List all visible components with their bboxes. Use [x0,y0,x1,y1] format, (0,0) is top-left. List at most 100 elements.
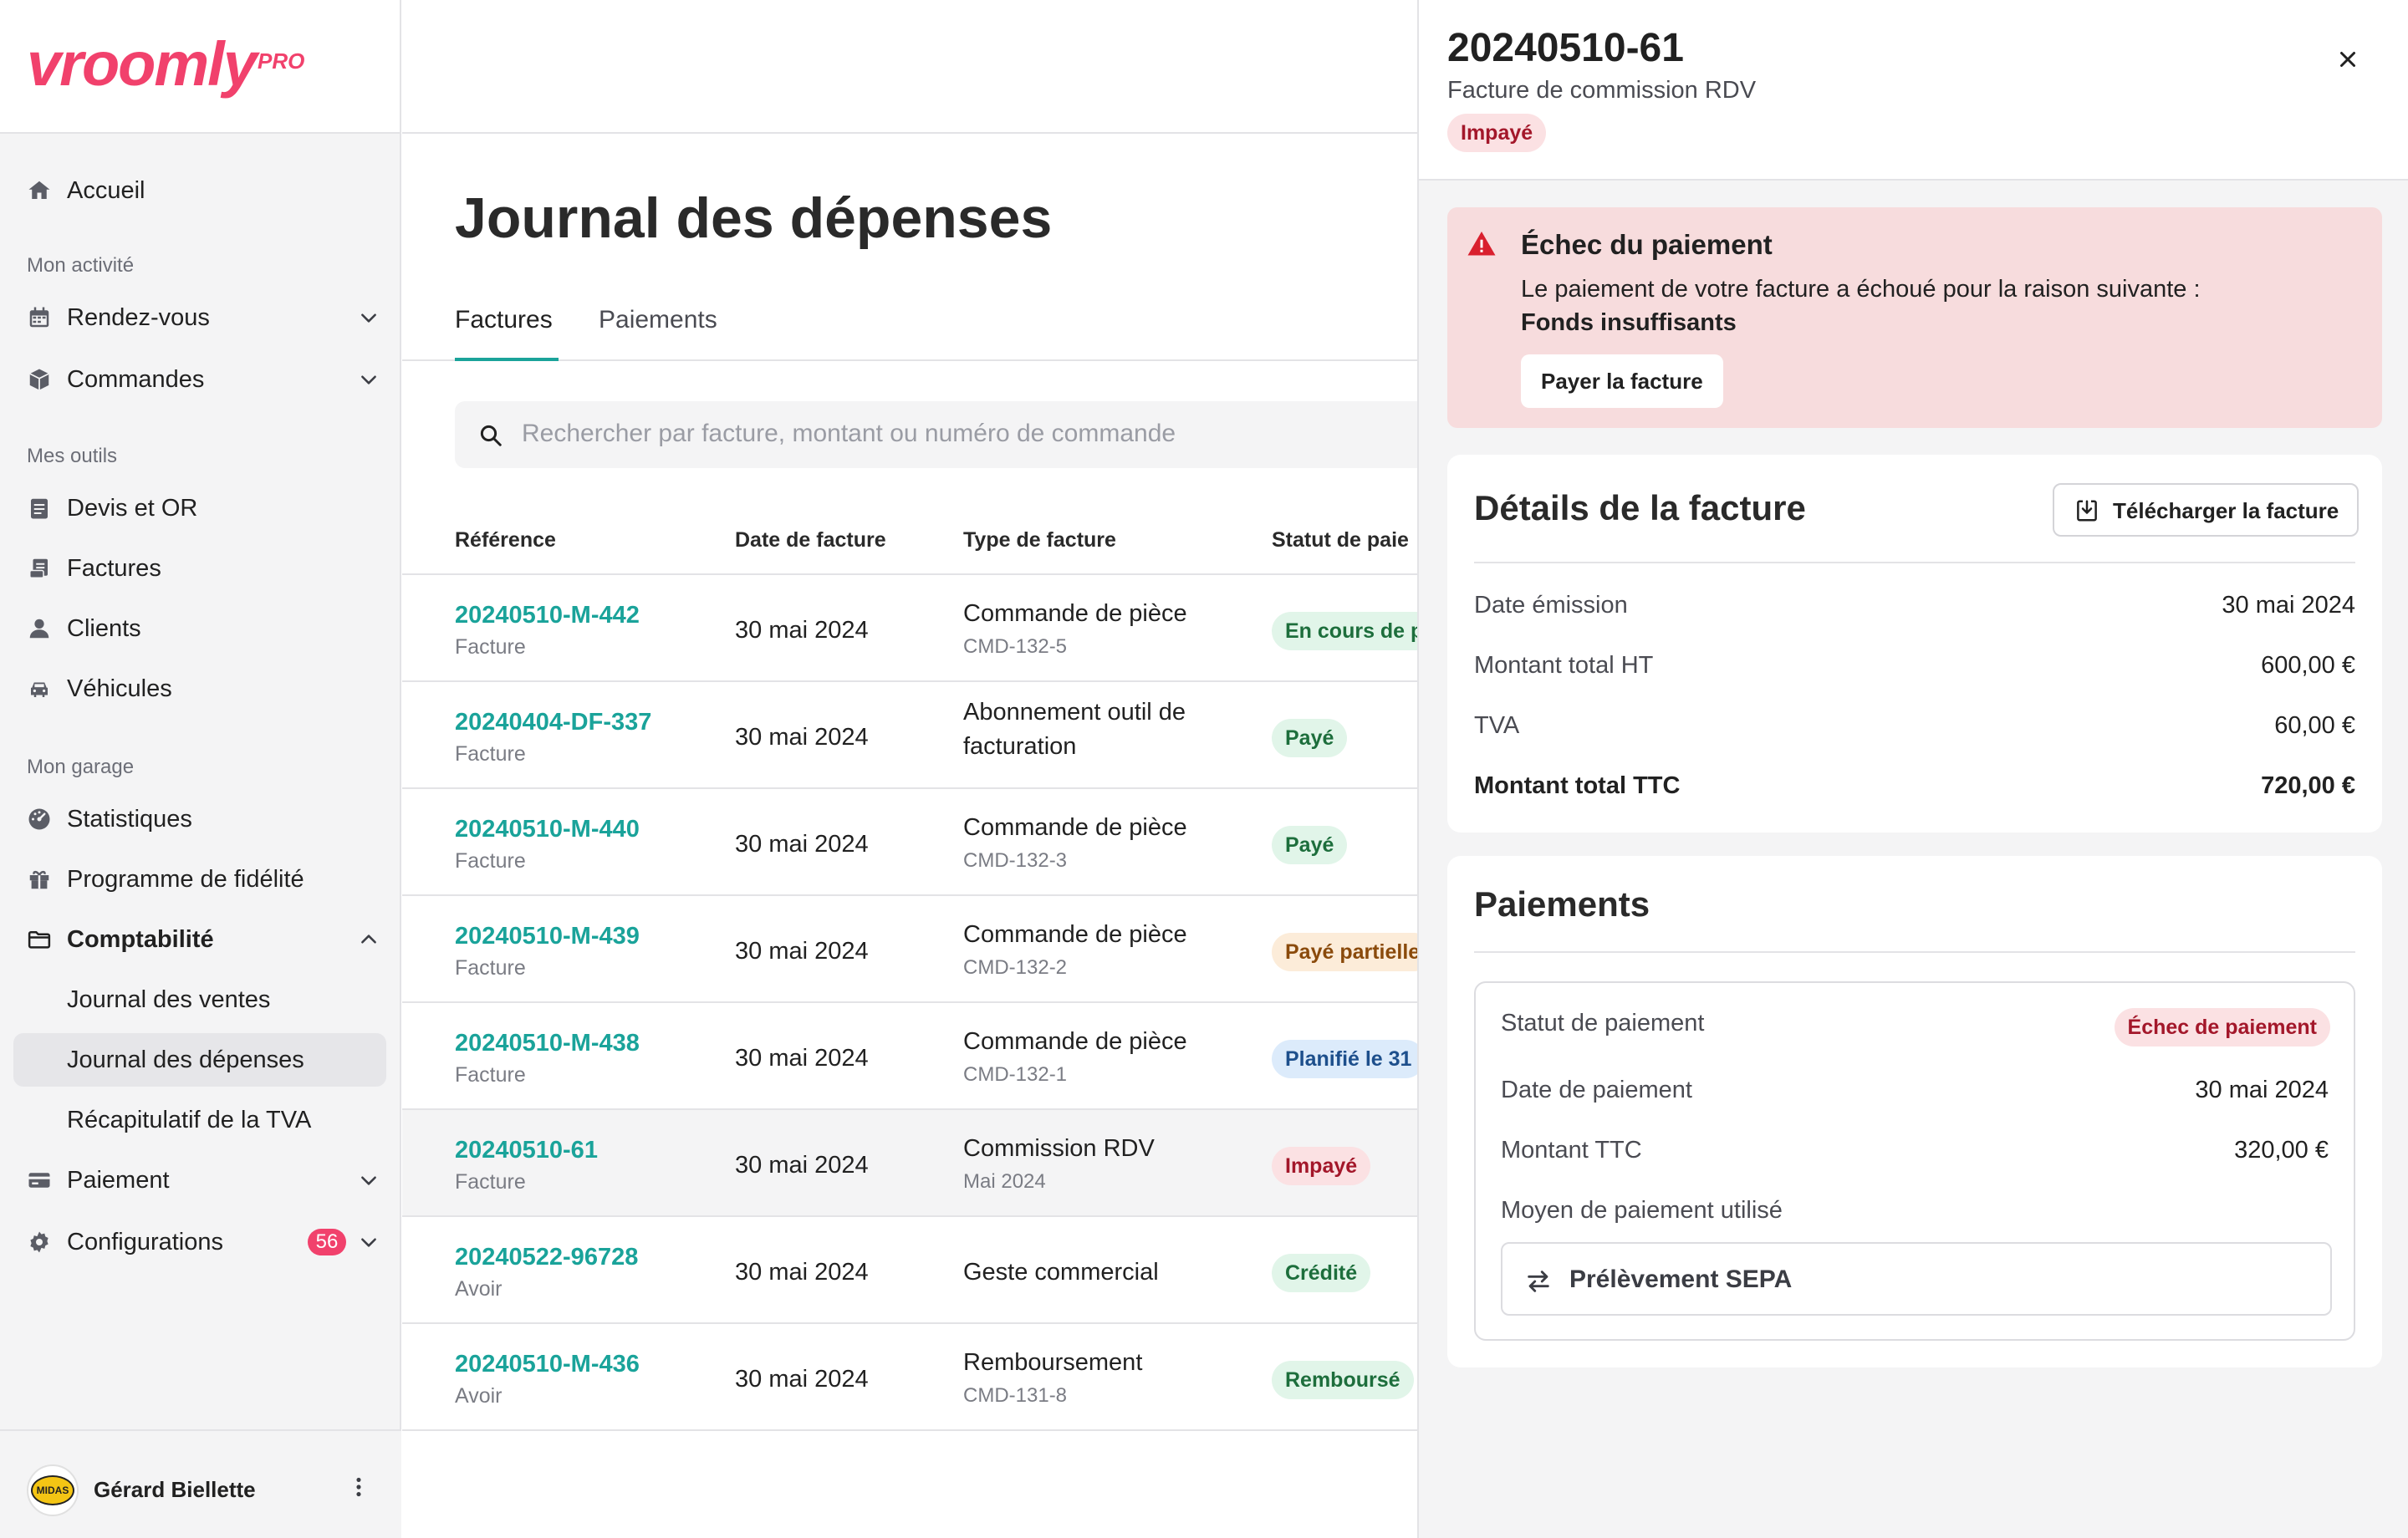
payment-amount-label: Montant TTC [1501,1137,1642,1164]
sidebar-item-label: Journal des ventes [67,985,271,1013]
chevron-down-icon[interactable] [358,1231,380,1253]
sidebar-subitem-expense-journal[interactable]: Journal des dépenses [13,1033,386,1087]
detail-value: 30 mai 2024 [2222,592,2355,619]
user-icon [27,616,52,641]
invoice-reference-link[interactable]: 20240404-DF-337 [455,709,651,736]
detail-value: 600,00 € [2261,652,2355,679]
alert-reason: Fonds insuffisants [1521,309,1737,336]
invoice-detail-drawer: 20240510-61 Facture de commission RDV Im… [1417,0,2408,1538]
invoice-date: 30 mai 2024 [735,1259,869,1286]
payment-date-label: Date de paiement [1501,1077,1692,1103]
car-icon [27,676,52,701]
status-badge: Impayé [1272,1147,1371,1185]
invoice-reference-link[interactable]: 20240510-M-439 [455,923,640,950]
main-content: Journal des dépenses Factures Paiements … [402,0,1417,1538]
invoice-type: Commande de pièce [963,1028,1187,1055]
pay-invoice-button[interactable]: Payer la facture [1521,354,1723,408]
invoice-type: Remboursement [963,1349,1143,1376]
order-number: CMD-131-8 [963,1384,1068,1407]
tab-invoices[interactable]: Factures [455,306,553,334]
invoice-reference-link[interactable]: 20240510-61 [455,1137,598,1164]
sidebar-item-vehicles[interactable]: Véhicules [13,662,386,716]
document-kind: Facture [455,1063,526,1087]
more-vertical-icon[interactable] [348,1474,370,1500]
drawer-title: 20240510-61 [1447,26,1684,70]
document-kind: Facture [455,956,526,980]
chevron-down-icon[interactable] [358,1169,380,1191]
detail-value: 60,00 € [2274,712,2355,739]
table-row-selected[interactable]: 20240510-61 Facture 30 mai 2024 Commissi… [402,1110,1417,1217]
sidebar-item-appointments[interactable]: Rendez-vous [13,291,386,344]
payment-status-label: Statut de paiement [1501,1010,1705,1036]
page-title: Journal des dépenses [455,186,1053,250]
order-number: CMD-132-2 [963,956,1068,979]
table-row[interactable]: 20240404-DF-337 Facture 30 mai 2024 Abon… [402,682,1417,789]
status-badge: Payé [1272,826,1348,864]
table-row[interactable]: 20240510-M-438 Facture 30 mai 2024 Comma… [402,1003,1417,1110]
order-number: CMD-132-3 [963,849,1068,872]
sidebar-subitem-sales-journal[interactable]: Journal des ventes [13,973,386,1026]
status-badge: Échec de paiement [2114,1008,2330,1047]
download-invoice-button[interactable]: Télécharger la facture [2053,483,2359,537]
column-header-status[interactable]: Statut de paie [1272,528,1409,553]
payment-method-label: Moyen de paiement utilisé [1501,1197,1783,1224]
invoice-date: 30 mai 2024 [735,938,869,965]
search-input[interactable]: Rechercher par facture, montant ou numér… [522,420,1176,448]
sidebar-item-clients[interactable]: Clients [13,602,386,655]
table-row[interactable]: 20240510-M-436 Avoir 30 mai 2024 Rembour… [402,1324,1417,1431]
close-icon[interactable] [2335,47,2360,72]
user-profile-bar: MIDAS Gérard Biellette [0,1429,401,1538]
column-header-date[interactable]: Date de facture [735,528,886,553]
invoice-reference-link[interactable]: 20240510-M-438 [455,1030,640,1057]
top-bar [402,0,1417,134]
invoice-details-card: Détails de la facture Télécharger la fac… [1447,455,2382,833]
sidebar-item-statistics[interactable]: Statistiques [13,792,386,846]
detail-label: Montant total HT [1474,652,1654,679]
sidebar-item-payment[interactable]: Paiement [13,1154,386,1207]
chevron-up-icon[interactable] [358,929,380,950]
transfer-arrows-icon [1524,1267,1553,1296]
chevron-down-icon[interactable] [358,307,380,328]
column-header-type[interactable]: Type de facture [963,528,1116,553]
section-title-garage: Mon garage [27,756,135,778]
detail-label: TVA [1474,712,1520,739]
invoice-reference-link[interactable]: 20240510-M-440 [455,816,640,843]
invoice-reference-link[interactable]: 20240522-96728 [455,1244,638,1271]
document-kind: Avoir [455,1277,503,1301]
table-row[interactable]: 20240510-M-442 Facture 30 mai 2024 Comma… [402,575,1417,682]
chevron-down-icon[interactable] [358,369,380,390]
sidebar-item-label: Véhicules [67,675,172,702]
payment-amount-value: 320,00 € [2234,1137,2329,1164]
table-row[interactable]: 20240522-96728 Avoir 30 mai 2024 Geste c… [402,1217,1417,1324]
invoice-type: Commission RDV [963,1135,1155,1162]
sidebar-item-accounting[interactable]: Comptabilité [13,913,386,966]
payment-method-box: Prélèvement SEPA [1501,1242,2332,1316]
detail-value-total: 720,00 € [2261,772,2355,799]
column-header-reference[interactable]: Référence [455,528,556,553]
sidebar-item-invoices[interactable]: Factures [13,542,386,595]
sidebar-item-label: Comptabilité [67,925,214,953]
tab-payments[interactable]: Paiements [599,306,717,334]
detail-label: Date émission [1474,592,1628,619]
download-invoice-label: Télécharger la facture [2113,498,2339,523]
sidebar-item-loyalty[interactable]: Programme de fidélité [13,853,386,906]
table-row[interactable]: 20240510-M-440 Facture 30 mai 2024 Comma… [402,789,1417,896]
sidebar-item-home[interactable]: Accueil [13,164,386,217]
sidebar-item-configurations[interactable]: Configurations 56 [13,1215,386,1269]
brand-logo[interactable]: vroomly [27,28,258,99]
package-icon [27,367,52,392]
drawer-subtitle: Facture de commission RDV [1447,77,1757,104]
search-bar[interactable]: Rechercher par facture, montant ou numér… [455,401,1417,468]
invoice-reference-link[interactable]: 20240510-M-442 [455,602,640,629]
status-badge: Payé [1272,719,1348,757]
credit-card-icon [27,1168,52,1193]
table-row[interactable]: 20240510-M-439 Facture 30 mai 2024 Comma… [402,896,1417,1003]
sidebar-item-orders[interactable]: Commandes [13,353,386,406]
active-tab-indicator [455,358,559,361]
payment-method-value: Prélèvement SEPA [1569,1266,1793,1293]
invoice-reference-link[interactable]: 20240510-M-436 [455,1351,640,1378]
avatar[interactable]: MIDAS [27,1464,79,1516]
invoice-date: 30 mai 2024 [735,724,869,751]
sidebar-item-quotes[interactable]: Devis et OR [13,481,386,535]
sidebar-subitem-vat-summary[interactable]: Récapitulatif de la TVA [13,1093,386,1147]
